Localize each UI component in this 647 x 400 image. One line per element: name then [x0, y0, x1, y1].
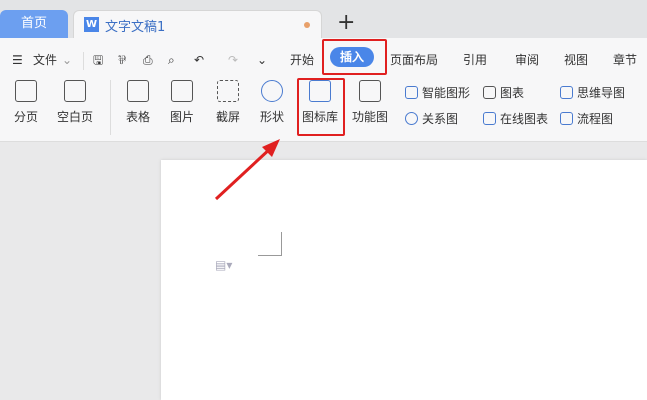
red-arrow-annotation [214, 139, 280, 201]
more-icon[interactable]: ⌄ [257, 50, 267, 70]
function-chart-icon [359, 80, 381, 102]
relation-chart-button[interactable]: 关系图 [405, 110, 458, 127]
ribbon: ☰ 文件 ⌄ 🖫 ⅌ ⎙ ⌕ ↶ ↷ ⌄ 开始 页面布局 引用 审阅 视图 章节… [0, 38, 647, 142]
screenshot-icon [217, 80, 239, 102]
page-break-icon [15, 80, 37, 102]
online-chart-icon [483, 112, 496, 125]
smart-art-icon [405, 86, 418, 99]
mind-map-icon [560, 86, 573, 99]
flowchart-button[interactable]: 流程图 [560, 110, 613, 127]
highlight-insert-tab [322, 39, 387, 75]
tab-view[interactable]: 视图 [564, 50, 588, 70]
bar-chart-icon [483, 86, 496, 99]
page-break-button[interactable]: 分页 [6, 80, 46, 125]
blank-page-icon [64, 80, 86, 102]
relation-chart-icon [405, 112, 418, 125]
menu-icon[interactable]: ☰ [12, 50, 23, 70]
margin-corner-mark [258, 232, 282, 256]
tab-references[interactable]: 引用 [463, 50, 487, 70]
print-preview-icon[interactable]: ⌕ [168, 50, 175, 70]
screenshot-button[interactable]: 截屏 [208, 80, 248, 125]
function-chart-button[interactable]: 功能图 [350, 80, 390, 125]
print-icon[interactable]: ⎙ [143, 50, 153, 70]
writer-doc-icon: W [84, 17, 99, 32]
shapes-icon [261, 80, 283, 102]
format-painter-icon[interactable]: ⅌ [118, 50, 126, 70]
smart-art-button[interactable]: 智能图形 [405, 84, 470, 101]
save-icon[interactable]: 🖫 [93, 50, 103, 70]
mind-map-button[interactable]: 思维导图 [560, 84, 625, 101]
tab-review[interactable]: 审阅 [515, 50, 539, 70]
document-title: 文字文稿1 [105, 20, 166, 35]
tab-home[interactable]: 首页 [0, 10, 68, 38]
file-menu[interactable]: 文件 [33, 50, 57, 70]
unsaved-dot-icon [304, 22, 310, 28]
paragraph-options-icon[interactable]: ▤▾ [215, 258, 232, 272]
picture-button[interactable]: 图片 [162, 80, 202, 125]
tab-page-layout[interactable]: 页面布局 [390, 50, 438, 70]
shapes-button[interactable]: 形状 [252, 80, 292, 125]
tab-chapter[interactable]: 章节 [613, 50, 637, 70]
chevron-down-icon[interactable]: ⌄ [62, 50, 72, 70]
online-chart-button[interactable]: 在线图表 [483, 110, 548, 127]
picture-icon [171, 80, 193, 102]
undo-icon[interactable]: ↶ [194, 50, 204, 70]
blank-page-button[interactable]: 空白页 [55, 80, 95, 125]
table-button[interactable]: 表格 [118, 80, 158, 125]
new-tab-button[interactable]: + [337, 10, 355, 35]
table-icon [127, 80, 149, 102]
redo-icon[interactable]: ↷ [228, 50, 238, 70]
tab-start[interactable]: 开始 [290, 50, 314, 70]
tab-document[interactable]: W 文字文稿1 [73, 10, 322, 38]
highlight-icon-library [297, 78, 345, 136]
chart-button[interactable]: 图表 [483, 84, 524, 101]
tab-bar: 首页 W 文字文稿1 + [0, 0, 647, 38]
flowchart-icon [560, 112, 573, 125]
